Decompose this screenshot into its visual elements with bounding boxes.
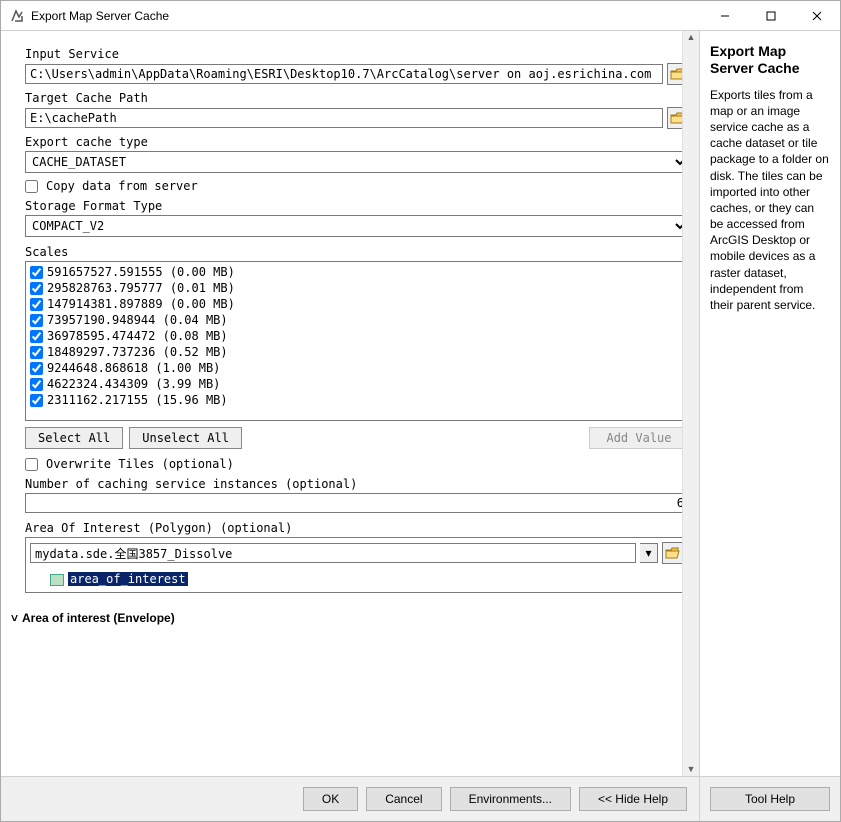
cancel-button[interactable]: Cancel — [366, 787, 441, 811]
scale-label: 4622324.434309 (3.99 MB) — [47, 377, 220, 391]
browse-aoi-button[interactable] — [662, 542, 684, 564]
scale-item[interactable]: 73957190.948944 (0.04 MB) — [28, 312, 686, 328]
scale-item[interactable]: 36978595.474472 (0.08 MB) — [28, 328, 686, 344]
scale-checkbox[interactable] — [30, 314, 43, 327]
scale-label: 9244648.868618 (1.00 MB) — [47, 361, 220, 375]
target-cache-field[interactable] — [25, 108, 663, 128]
overwrite-tiles-label: Overwrite Tiles (optional) — [46, 457, 234, 471]
folder-open-icon — [665, 546, 681, 560]
form-area: Input Service Target Cache Path Export c… — [1, 31, 699, 776]
scale-label: 295828763.795777 (0.01 MB) — [47, 281, 235, 295]
scale-checkbox[interactable] — [30, 298, 43, 311]
help-title: Export Map Server Cache — [710, 43, 830, 77]
titlebar: Export Map Server Cache — [1, 1, 840, 31]
instances-field[interactable] — [25, 493, 689, 513]
input-service-label: Input Service — [25, 47, 689, 61]
form-scrollbar[interactable]: ▲ ▼ — [682, 31, 699, 776]
aoi-polygon-field[interactable] — [30, 543, 636, 563]
scale-label: 36978595.474472 (0.08 MB) — [47, 329, 228, 343]
add-value-button[interactable]: Add Value — [589, 427, 689, 449]
scale-item[interactable]: 18489297.737236 (0.52 MB) — [28, 344, 686, 360]
scale-item[interactable]: 591657527.591555 (0.00 MB) — [28, 264, 686, 280]
scale-label: 2311162.217155 (15.96 MB) — [47, 393, 228, 407]
help-text: Exports tiles from a map or an image ser… — [710, 87, 830, 314]
scale-item[interactable]: 147914381.897889 (0.00 MB) — [28, 296, 686, 312]
scale-checkbox[interactable] — [30, 362, 43, 375]
scale-checkbox[interactable] — [30, 330, 43, 343]
scale-checkbox[interactable] — [30, 394, 43, 407]
scale-label: 147914381.897889 (0.00 MB) — [47, 297, 235, 311]
scale-checkbox[interactable] — [30, 346, 43, 359]
storage-format-select[interactable]: COMPACT_V2 — [25, 215, 689, 237]
input-service-field[interactable] — [25, 64, 663, 84]
unselect-all-button[interactable]: Unselect All — [129, 427, 242, 449]
ok-button[interactable]: OK — [303, 787, 358, 811]
instances-label: Number of caching service instances (opt… — [25, 477, 689, 491]
scale-item[interactable]: 4622324.434309 (3.99 MB) — [28, 376, 686, 392]
export-type-select[interactable]: CACHE_DATASET — [25, 151, 689, 173]
select-all-button[interactable]: Select All — [25, 427, 123, 449]
copy-data-label: Copy data from server — [46, 179, 198, 193]
aoi-sublayer-row[interactable]: area_of_interest — [26, 568, 688, 592]
scales-listbox[interactable]: 591657527.591555 (0.00 MB) 295828763.7957… — [25, 261, 689, 421]
aoi-envelope-section[interactable]: ˅ Area of interest (Envelope) — [11, 611, 689, 625]
help-panel: Export Map Server Cache Exports tiles fr… — [700, 31, 840, 776]
aoi-envelope-label: Area of interest (Envelope) — [22, 611, 175, 625]
overwrite-tiles-checkbox[interactable] — [25, 458, 38, 471]
dialog-button-bar: OK Cancel Environments... << Hide Help — [1, 776, 699, 821]
target-cache-label: Target Cache Path — [25, 91, 689, 105]
maximize-button[interactable] — [748, 1, 794, 31]
aoi-polygon-label: Area Of Interest (Polygon) (optional) — [25, 521, 689, 535]
polygon-layer-icon — [50, 574, 64, 586]
scale-checkbox[interactable] — [30, 266, 43, 279]
scale-item[interactable]: 9244648.868618 (1.00 MB) — [28, 360, 686, 376]
aoi-sublayer-label: area_of_interest — [68, 572, 188, 586]
scale-label: 591657527.591555 (0.00 MB) — [47, 265, 235, 279]
scale-label: 18489297.737236 (0.52 MB) — [47, 345, 228, 359]
scales-label: Scales — [25, 245, 689, 259]
scroll-up-icon: ▲ — [687, 33, 696, 42]
scale-item[interactable]: 295828763.795777 (0.01 MB) — [28, 280, 686, 296]
export-type-label: Export cache type — [25, 135, 689, 149]
tool-help-button[interactable]: Tool Help — [710, 787, 830, 811]
scale-label: 73957190.948944 (0.04 MB) — [47, 313, 228, 327]
minimize-button[interactable] — [702, 1, 748, 31]
scale-item[interactable]: 2311162.217155 (15.96 MB) — [28, 392, 686, 408]
aoi-polygon-box: ▾ area_of_interest — [25, 537, 689, 593]
aoi-polygon-dropdown[interactable]: ▾ — [640, 543, 658, 563]
hide-help-button[interactable]: << Hide Help — [579, 787, 687, 811]
scale-checkbox[interactable] — [30, 282, 43, 295]
scale-checkbox[interactable] — [30, 378, 43, 391]
chevron-down-icon: ˅ — [11, 611, 18, 625]
copy-data-checkbox[interactable] — [25, 180, 38, 193]
environments-button[interactable]: Environments... — [450, 787, 571, 811]
chevron-down-icon: ▾ — [645, 546, 651, 560]
window-title: Export Map Server Cache — [31, 9, 169, 23]
app-icon — [9, 8, 25, 24]
close-button[interactable] — [794, 1, 840, 31]
scroll-down-icon: ▼ — [687, 765, 696, 774]
storage-format-label: Storage Format Type — [25, 199, 689, 213]
